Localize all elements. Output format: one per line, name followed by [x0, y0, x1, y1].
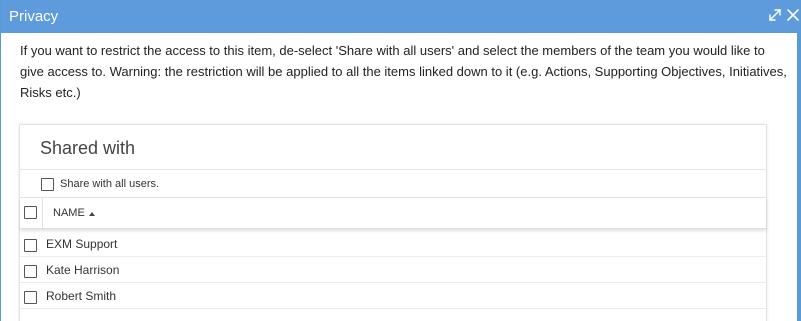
dialog-titlebar[interactable]: Privacy [1, 0, 801, 33]
row-checkbox[interactable] [24, 291, 37, 304]
panel-divider [20, 169, 766, 170]
select-all-cell [20, 198, 43, 228]
share-all-users-label: Share with all users. [60, 178, 160, 190]
name-column-label: NAME [53, 207, 85, 219]
table-row[interactable]: EXM Support [20, 231, 766, 257]
user-name: EXM Support [46, 237, 118, 251]
name-column-header[interactable]: NAME [53, 207, 95, 220]
user-name: Robert Smith [46, 289, 117, 303]
dialog-scrollbar[interactable] [797, 33, 800, 321]
shared-with-panel: Shared with Share with all users. NAME E… [19, 124, 767, 321]
expand-icon[interactable] [766, 6, 784, 24]
table-row[interactable]: Robert Smith [20, 283, 766, 309]
sort-ascending-icon [88, 211, 95, 216]
table-row[interactable]: Kate Harrison [20, 257, 766, 283]
privacy-instructions: If you want to restrict the access to th… [20, 43, 787, 100]
share-all-users-option[interactable]: Share with all users. [41, 176, 159, 192]
user-name: Kate Harrison [46, 263, 120, 277]
users-grid-header: NAME [20, 197, 766, 229]
close-icon[interactable] [784, 6, 801, 24]
select-all-checkbox[interactable] [24, 206, 37, 219]
titlebar-icons [766, 5, 801, 25]
panel-title: Shared with [40, 138, 136, 158]
privacy-dialog: Privacy If you want to restrict the acce… [0, 0, 801, 321]
dialog-title: Privacy [9, 8, 59, 25]
row-checkbox[interactable] [24, 239, 37, 252]
row-checkbox[interactable] [24, 265, 37, 278]
share-all-users-checkbox[interactable] [41, 177, 54, 191]
